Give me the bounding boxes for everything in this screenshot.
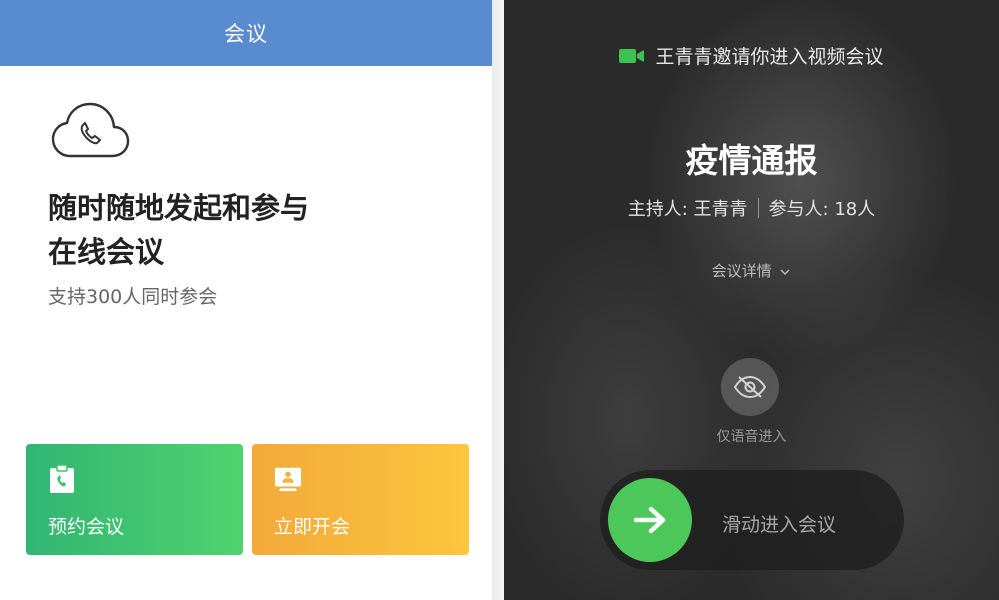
headline-line-2: 在线会议 xyxy=(48,235,165,269)
meeting-title: 疫情通报 xyxy=(685,141,818,180)
slide-to-join-handle[interactable] xyxy=(608,478,692,562)
headline-line-1: 随时随地发起和参与 xyxy=(48,191,310,225)
schedule-phone-icon xyxy=(50,464,74,493)
audio-only-label: 仅语音进入 xyxy=(716,429,787,445)
presentation-icon xyxy=(274,467,302,492)
meeting-details-label: 会议详情 xyxy=(711,262,772,280)
slide-to-join-label: 滑动进入会议 xyxy=(722,514,837,536)
meeting-meta: 主持人: 王青青 参与人: 18人 xyxy=(504,195,999,221)
start-meeting-label: 立即开会 xyxy=(274,516,351,538)
cloud-phone-icon xyxy=(51,102,130,158)
invite-row: 王青青邀请你进入视频会议 xyxy=(504,42,999,69)
video-camera-icon xyxy=(619,48,645,63)
schedule-meeting-button[interactable]: 预约会议 xyxy=(26,444,243,555)
start-meeting-button[interactable]: 立即开会 xyxy=(252,444,469,555)
schedule-meeting-label: 预约会议 xyxy=(48,516,125,538)
audio-only-button[interactable] xyxy=(721,358,779,416)
meta-separator xyxy=(757,198,759,218)
panel-divider xyxy=(492,0,504,600)
participants-text: 参与人: 18人 xyxy=(768,199,876,220)
capacity-subtitle: 支持300人同时参会 xyxy=(48,286,218,308)
invite-text: 王青青邀请你进入视频会议 xyxy=(655,46,884,68)
incoming-call-panel: 王青青邀请你进入视频会议 疫情通报 主持人: 王青青 参与人: 18人 会议详情… xyxy=(504,0,999,600)
headline: 随时随地发起和参与 在线会议 xyxy=(48,186,408,274)
eye-off-icon xyxy=(733,375,767,399)
arrow-right-icon xyxy=(633,506,666,534)
slide-to-join-track[interactable]: 滑动进入会议 xyxy=(600,470,904,570)
page-title: 会议 xyxy=(224,22,268,46)
meeting-home-panel: 会议 随时随地发起和参与 在线会议 支持300人同时参会 预约会议 立即开会 xyxy=(0,0,492,600)
chevron-down-icon xyxy=(780,268,790,275)
header-bar: 会议 xyxy=(0,0,492,66)
host-text: 主持人: 王青青 xyxy=(627,199,748,220)
meeting-details-toggle[interactable]: 会议详情 xyxy=(504,260,999,281)
